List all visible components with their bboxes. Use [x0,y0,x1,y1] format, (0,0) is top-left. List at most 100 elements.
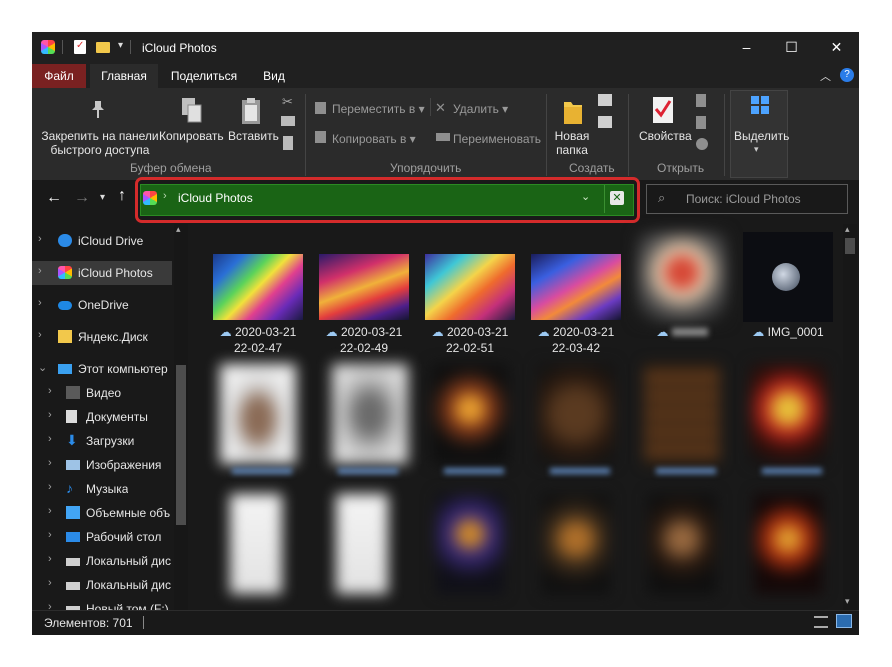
new-folder-button[interactable]: Новая папка [552,129,592,157]
sidebar-item-icloud-photos[interactable]: › iCloud Photos [32,261,172,285]
sidebar-item-3d-objects[interactable]: › Объемные объ [32,501,172,525]
copy-to-button[interactable]: Копировать в ▾ [332,132,416,146]
sidebar-item-videos[interactable]: › Видео [32,381,172,405]
content-scrollbar[interactable] [843,224,857,610]
history-icon[interactable] [696,138,708,150]
move-to-icon [315,102,326,114]
sidebar-item-downloads[interactable]: › ⬇ Загрузки [32,429,172,453]
file-name[interactable]: ☁ IMG_0001 [738,324,838,340]
file-name[interactable]: ☁ 2020-03-21 22-02-51 [420,324,520,356]
qa-customize-icon[interactable]: ▾ [118,40,123,51]
breadcrumb-location[interactable]: iCloud Photos [178,191,253,205]
sidebar-item-local-disk-d[interactable]: › Локальный дис [32,573,172,597]
icloud-drive-icon [58,234,72,247]
file-name-line1: 2020-03-21 [340,325,403,339]
photo-thumbnail-blurred[interactable] [648,494,716,594]
photo-thumbnail-blurred[interactable] [750,364,826,464]
sidebar-item-local-disk-c[interactable]: › Локальный дис [32,549,172,573]
refresh-icon[interactable]: ✕ [610,191,624,205]
photo-thumbnail[interactable] [319,254,409,320]
tab-home[interactable]: Главная [90,64,158,88]
sidebar-item-desktop[interactable]: › Рабочий стол [32,525,172,549]
sidebar-item-pictures[interactable]: › Изображения [32,453,172,477]
close-button[interactable]: ✕ [814,32,859,64]
sidebar-item-yandex-disk[interactable]: › Яндекс.Диск [32,325,172,349]
sidebar-item-label: Изображения [86,458,162,472]
photo-thumbnail-blurred[interactable] [432,364,508,464]
file-name-line2: 22-02-47 [233,341,283,355]
photo-thumbnail[interactable] [531,254,621,320]
photo-thumbnail-blurred[interactable] [436,494,504,594]
pin-label-1: Закрепить на панели [41,129,159,143]
sidebar-item-this-pc[interactable]: ⌄ Этот компьютер [32,357,172,381]
blurred-label [671,328,708,336]
forward-arrow-icon[interactable]: → [74,189,90,207]
photo-thumbnail-blurred[interactable] [754,494,822,594]
copy-path-icon[interactable] [281,116,295,126]
sidebar-item-label: iCloud Photos [78,266,153,280]
photos-app-icon [41,40,55,54]
cut-icon[interactable]: ✂ [282,94,293,110]
pin-button[interactable]: Закрепить на панели быстрого доступа [40,129,160,157]
details-view-icon[interactable] [814,616,828,628]
photo-thumbnail-blurred[interactable] [336,494,388,594]
properties-button[interactable]: Свойства [639,129,692,143]
photo-thumbnail[interactable] [743,232,833,322]
up-arrow-icon[interactable]: ↑ [118,187,126,205]
collapse-ribbon-icon[interactable]: ︿ [820,68,831,84]
help-icon[interactable]: ? [840,68,854,82]
tab-view[interactable]: Вид [252,64,296,88]
back-arrow-icon[interactable]: ← [46,189,62,207]
file-name[interactable]: ☁ 2020-03-21 22-02-47 [208,324,308,356]
photo-thumbnail-blurred[interactable] [230,494,282,594]
paste-button[interactable]: Вставить [228,129,279,143]
photo-thumbnail-blurred[interactable] [542,494,610,594]
delete-button[interactable]: Удалить ▾ [453,102,508,116]
photo-thumbnail-blurred[interactable] [538,364,614,464]
maximize-button[interactable]: ☐ [769,32,814,64]
copy-button[interactable]: Копировать [159,129,224,143]
file-name-line1: 2020-03-21 [446,325,509,339]
file-name[interactable]: ☁ 2020-03-21 22-02-49 [314,324,414,356]
rename-button[interactable]: Переименовать [453,132,541,146]
breadcrumb-chevron-icon[interactable]: › [163,190,167,202]
photo-thumbnail-blurred[interactable] [332,364,408,464]
sidebar-item-icloud-drive[interactable]: › iCloud Drive [32,229,172,253]
copy-to-label: Копировать в [332,132,407,146]
address-history-icon[interactable]: ⌄ [581,190,590,203]
sidebar-item-label: Локальный дис [86,554,171,568]
photo-thumbnail[interactable] [425,254,515,320]
scroll-up-icon[interactable]: ▴ [845,224,850,235]
photo-thumbnail[interactable] [213,254,303,320]
new-item-icon[interactable] [598,94,612,106]
3d-objects-icon [66,506,80,519]
recent-locations-icon[interactable]: ▾ [100,192,105,203]
sidebar-item-music[interactable]: › ♪ Музыка [32,477,172,501]
large-icons-view-icon[interactable] [836,614,852,628]
tab-share[interactable]: Поделиться [162,64,246,88]
file-name-blurred[interactable]: ☁ [632,324,732,340]
file-name[interactable]: ☁ 2020-03-21 22-03-42 [526,324,626,356]
tab-file[interactable]: Файл [32,64,86,88]
new-folder-qa-icon[interactable] [96,42,110,53]
photo-thumbnail-blurred[interactable] [220,364,296,464]
blurred-label [656,468,716,474]
blurred-label [762,468,822,474]
scroll-down-icon[interactable]: ▾ [845,596,850,607]
photo-thumbnail-blurred[interactable] [644,364,720,464]
sidebar-item-documents[interactable]: › Документы [32,405,172,429]
minimize-button[interactable]: – [724,32,769,64]
edit-icon[interactable] [696,116,706,129]
properties-qa-icon[interactable]: ✓ [74,40,86,54]
group-separator [305,94,306,176]
easy-access-icon[interactable] [598,116,612,128]
sidebar-item-onedrive[interactable]: › OneDrive [32,293,172,317]
photo-thumbnail-blurred[interactable] [637,232,727,322]
content-scroll-thumb[interactable] [845,238,855,254]
paste-shortcut-icon[interactable] [283,136,293,150]
sidebar-item-new-volume[interactable]: › Новый том (F:) [32,597,172,610]
sidebar-scroll-thumb[interactable] [176,365,186,525]
open-icon[interactable] [696,94,706,107]
sidebar-scroll-up-icon[interactable]: ▴ [176,224,181,235]
move-to-button[interactable]: Переместить в ▾ [332,102,425,116]
